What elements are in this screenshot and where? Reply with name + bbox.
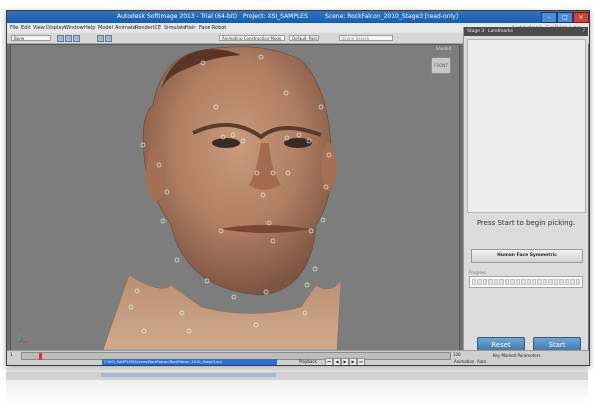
end-frame[interactable]: 100 <box>453 352 461 357</box>
window-reflection <box>6 368 588 404</box>
stage-label[interactable]: Stage 3 <box>467 27 484 36</box>
menu-ice[interactable]: ICE <box>153 23 161 33</box>
panel-header: Stage 3 Landmarks ? <box>464 27 588 36</box>
right-ear <box>321 143 337 191</box>
first-frame-button[interactable]: ⏮ <box>325 358 333 365</box>
close-button[interactable]: × <box>573 12 589 23</box>
human-face-symmetric-button[interactable]: Human Face Symmetric <box>471 249 583 263</box>
prev-frame-button[interactable]: ◀ <box>333 358 341 365</box>
redo-icon[interactable] <box>65 35 72 42</box>
playhead[interactable] <box>39 353 42 360</box>
left-eye <box>212 138 240 148</box>
next-frame-button[interactable]: ▶ <box>349 358 357 365</box>
title-project: Project: XSI_SAMPLES <box>243 13 308 20</box>
menu-help[interactable]: Help <box>84 23 95 33</box>
selection-field[interactable]: Bone <box>11 35 51 41</box>
title-bar: Autodesk Softimage 2013 - Trial (64-bit)… <box>7 11 589 23</box>
key-parameters-label[interactable]: Key Marked Parameters <box>493 353 540 358</box>
menu-face-robot[interactable]: Face Robot <box>199 23 226 33</box>
pass-field[interactable]: Default_Pass <box>289 35 319 41</box>
menu-display[interactable]: Display <box>46 23 64 33</box>
maximize-button[interactable]: □ <box>557 12 573 23</box>
transform-icon[interactable] <box>97 35 104 42</box>
play-button[interactable]: ▶ <box>341 358 349 365</box>
3d-viewport[interactable]: Shaded FRONT <box>10 44 460 351</box>
menu-model[interactable]: Model <box>98 23 113 33</box>
menu-hair[interactable]: Hair <box>185 23 195 33</box>
softimage-window: Autodesk Softimage 2013 - Trial (64-bit)… <box>6 10 590 366</box>
menu-window[interactable]: Window <box>64 23 84 33</box>
scale-icon[interactable] <box>105 35 112 42</box>
menu-animate[interactable]: Animate <box>115 23 136 33</box>
scene-search-input[interactable]: Scene Search <box>339 35 393 41</box>
construction-mode-field[interactable]: Animating Construction Mode <box>219 35 285 41</box>
playback-label: Playback <box>299 359 317 364</box>
landmark-preview <box>467 39 586 213</box>
reflection-strip <box>6 372 588 380</box>
start-frame[interactable]: 1 <box>10 352 13 357</box>
help-icon[interactable]: ? <box>583 27 585 36</box>
face-robot-panel: Stage 3 Landmarks ? Press Start to begin… <box>463 27 588 350</box>
menu-file[interactable]: File <box>10 23 18 33</box>
title-app: Autodesk Softimage 2013 - Trial (64-bit) <box>117 13 238 20</box>
menu-simulate[interactable]: Simulate <box>164 23 186 33</box>
menu-render[interactable]: Render <box>135 23 153 33</box>
progress-label: Progress <box>469 270 487 275</box>
reflection-path-strip <box>101 373 276 377</box>
menu-edit[interactable]: Edit <box>21 23 31 33</box>
left-ear <box>146 145 166 201</box>
menu-view[interactable]: View <box>33 23 45 33</box>
undo-icon[interactable] <box>57 35 64 42</box>
head <box>142 46 333 296</box>
instruction-text: Press Start to begin picking. <box>476 219 576 227</box>
progress-bar <box>469 276 583 288</box>
axis-gizmo-icon <box>18 334 27 343</box>
snap-icon[interactable] <box>73 35 80 42</box>
scene-path-field[interactable]: C:\XSI_SAMPLES\Scenes\RockFalcon\RockFal… <box>102 359 277 365</box>
tab-landmarks[interactable]: Landmarks <box>488 27 513 36</box>
face-model[interactable] <box>11 45 459 350</box>
auto-label[interactable]: Auto <box>477 359 486 364</box>
animation-label: Animation <box>454 359 475 364</box>
timeline-bar: 1 100 C:\XSI_SAMPLES\Scenes\RockFalcon\R… <box>7 350 589 365</box>
last-frame-button[interactable]: ⏭ <box>357 358 365 365</box>
title-scene: Scene: RockFalcon_2010_Stage3 [read-only… <box>325 13 459 20</box>
minimize-button[interactable]: – <box>541 12 557 23</box>
